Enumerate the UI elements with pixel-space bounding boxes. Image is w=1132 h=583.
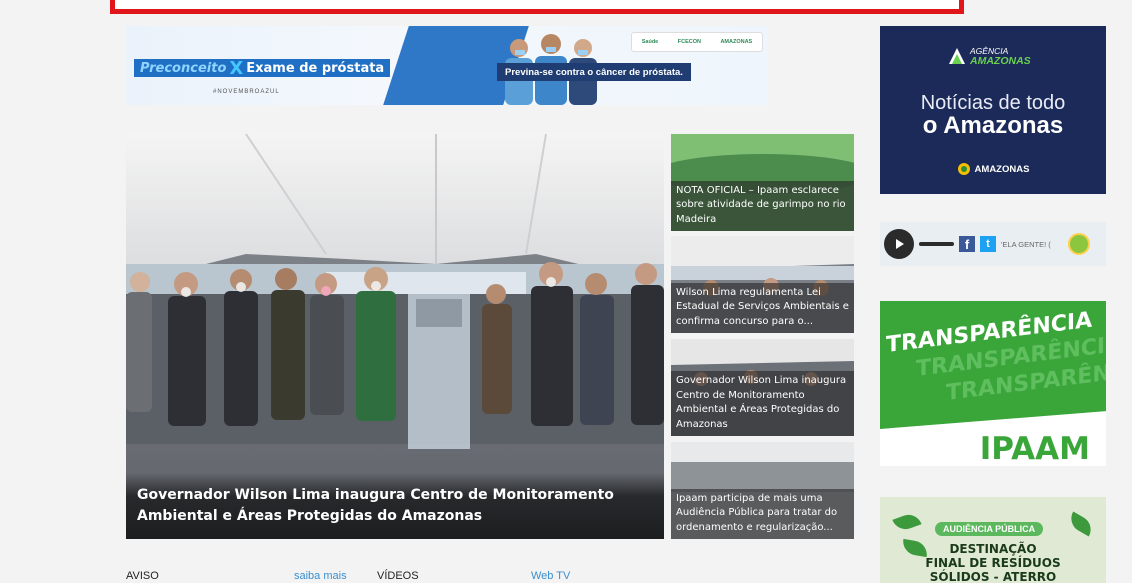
side-news-title-1: NOTA OFICIAL – Ipaam esclarece sobre ati… [671,180,854,231]
agencia-footer-text: AMAZONAS [974,163,1030,175]
side-news-item-4[interactable]: Ipaam participa de mais uma Audiência Pú… [671,442,854,539]
agencia-amazonas-ad[interactable]: AGÊNCIA AMAZONAS Notícias de todo o Amaz… [880,26,1106,194]
agencia-triangle-icon [949,48,965,64]
transparencia-ipaam-ad[interactable]: TRANSPARÊNCIA TRANSPARÊNCI TRANSPARÊN IP… [880,301,1106,466]
side-news-title-3: Governador Wilson Lima inaugura Centro d… [671,371,854,436]
android-icon[interactable] [1068,233,1090,255]
amazonas-seal-icon [957,163,970,175]
radio-player: f t 'ELA GENTE! ( [880,222,1106,266]
audiencia-line1: DESTINAÇÃO [949,542,1037,556]
volume-bar[interactable] [919,242,954,246]
facebook-icon[interactable]: f [959,236,975,252]
transparencia-org: IPAAM [979,431,1090,466]
saiba-mais-link[interactable]: saiba mais [294,570,347,582]
side-news-item-3[interactable]: Governador Wilson Lima inaugura Centro d… [671,339,854,436]
banner-logo-fcecon: FCECON [677,39,701,45]
radio-ticker: 'ELA GENTE! ( [1001,239,1051,249]
agencia-line2: o Amazonas [922,112,1064,139]
agencia-footer: AMAZONAS [880,162,1106,176]
audiencia-publica-ad[interactable]: AUDIÊNCIA PÚBLICA DESTINAÇÃO FINAL DE RE… [880,497,1106,583]
agencia-logo-big: AMAZONAS [970,55,1031,67]
novembro-azul-banner[interactable]: Preconceito X Exame de próstata #NOVEMBR… [126,26,768,105]
leaf-icon [892,510,922,534]
featured-news[interactable]: Governador Wilson Lima inaugura Centro d… [126,134,664,539]
audiencia-line3: SÓLIDOS - ATERRO [929,570,1057,583]
banner-left-title: Preconceito X Exame de próstata [134,57,391,79]
banner-logo-amazonas: AMAZONAS [720,39,753,45]
audiencia-title: DESTINAÇÃO FINAL DE RESÍDUOS SÓLIDOS - A… [880,542,1106,583]
banner-title: Exame de próstata [246,60,385,76]
audiencia-line2: FINAL DE RESÍDUOS [925,556,1061,570]
banner-right-text: Previna-se contra o câncer de próstata. [497,63,691,81]
webtv-link[interactable]: Web TV [531,570,570,582]
banner-x: X [229,57,244,79]
play-button[interactable] [884,229,914,259]
leaf-icon [1066,511,1096,537]
side-news-title-2: Wilson Lima regulamenta Lei Estadual de … [671,282,854,333]
videos-heading: VÍDEOS [377,570,419,582]
play-icon [896,239,904,249]
side-news-item-1[interactable]: NOTA OFICIAL – Ipaam esclarece sobre ati… [671,134,854,231]
featured-title[interactable]: Governador Wilson Lima inaugura Centro d… [126,473,664,539]
banner-logos: Saúde FCECON AMAZONAS [631,32,763,52]
twitter-icon[interactable]: t [980,236,996,252]
side-news-item-2[interactable]: Wilson Lima regulamenta Lei Estadual de … [671,236,854,333]
banner-logo-saude: Saúde [641,39,659,45]
agencia-logo: AGÊNCIA AMAZONAS [948,46,1031,66]
banner-prefix: Preconceito [140,60,227,76]
side-news-title-4: Ipaam participa de mais uma Audiência Pú… [671,488,854,539]
audiencia-pill: AUDIÊNCIA PÚBLICA [935,522,1044,536]
top-red-frame [110,0,964,14]
banner-hashtag: #NOVEMBROAZUL [213,89,280,95]
aviso-heading: AVISO [126,570,159,582]
